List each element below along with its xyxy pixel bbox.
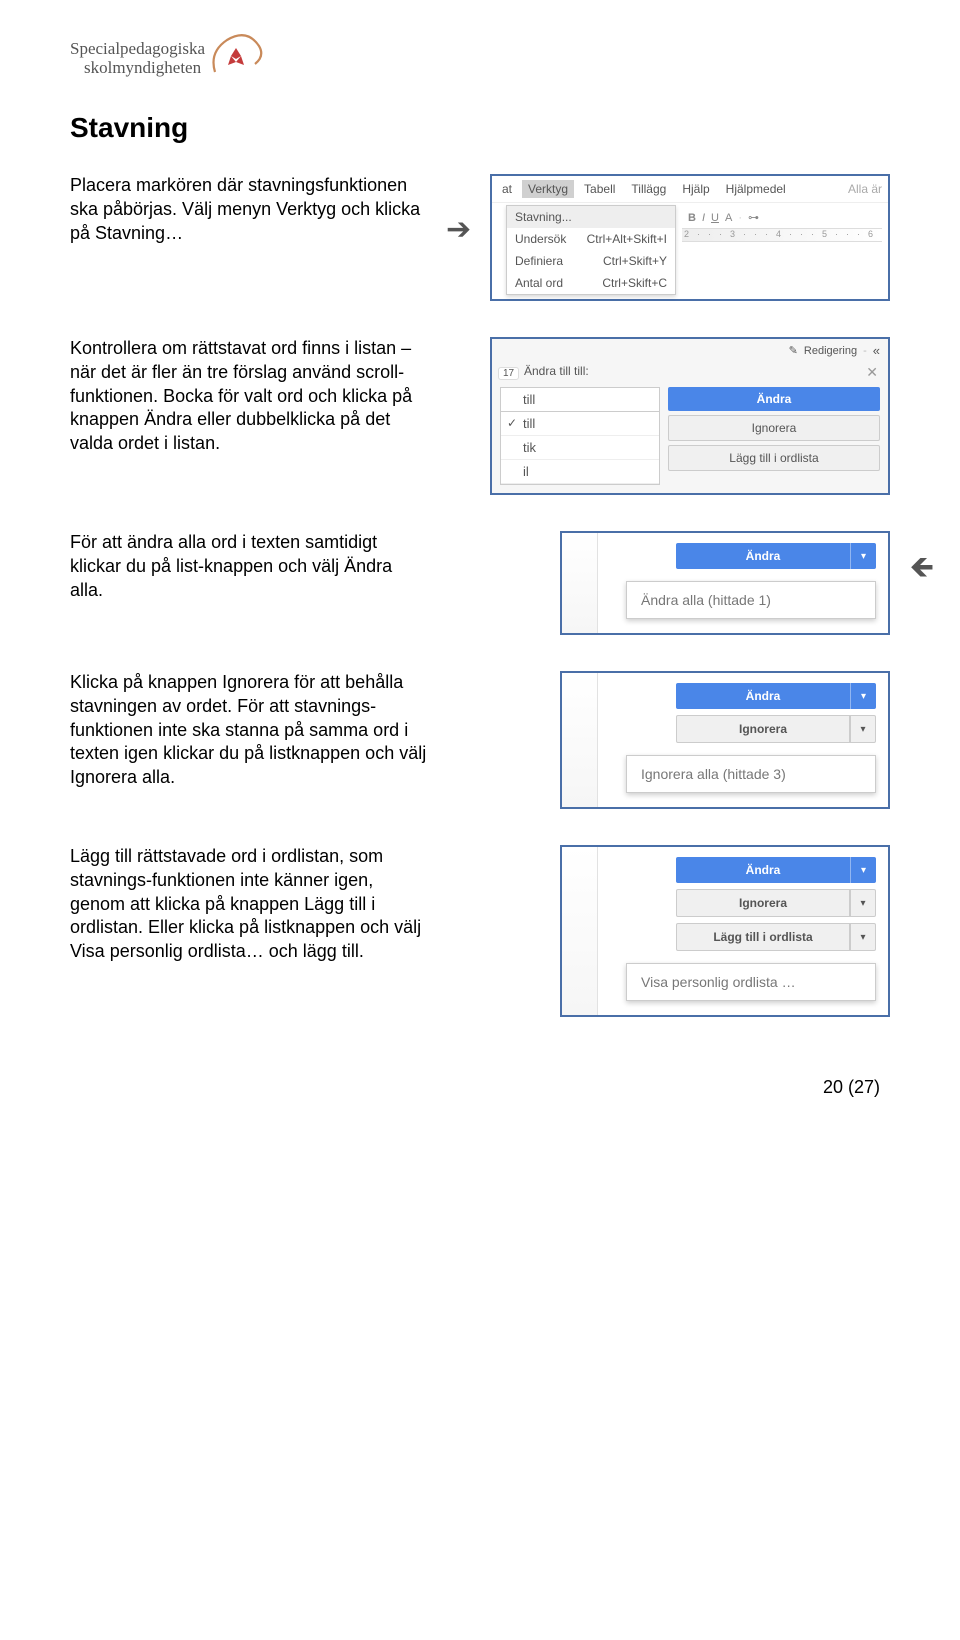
menu-at[interactable]: at xyxy=(496,180,518,198)
textcolor-icon[interactable]: A xyxy=(725,212,732,224)
ignorera-split-button[interactable]: Ignorera ▾ xyxy=(676,715,876,743)
logo-line2: skolmyndigheten xyxy=(84,59,205,78)
menu-overflow: Alla är xyxy=(842,180,888,198)
close-icon[interactable]: ✕ xyxy=(866,364,878,381)
menubar: at Verktyg Tabell Tillägg Hjälp Hjälpmed… xyxy=(492,176,888,203)
menu-item-stavning[interactable]: Stavning... xyxy=(507,206,675,228)
dialog-header: Ändra till till: xyxy=(524,364,589,381)
caret-down-icon[interactable]: ▾ xyxy=(850,923,876,951)
caret-down-icon[interactable]: ▾ xyxy=(850,889,876,917)
logo-swirl-icon xyxy=(207,32,267,82)
fig-spell-dialog: ✎ Redigering - « 17 Ändra till till: ✕ t… xyxy=(490,337,890,495)
italic-icon[interactable]: I xyxy=(702,212,705,224)
paragraph-5: Lägg till rättstavade ord i ordlistan, s… xyxy=(70,845,430,964)
menu-item-antalord[interactable]: Antal ordCtrl+Skift+C xyxy=(507,272,675,294)
suggestion-item[interactable]: il xyxy=(501,460,659,484)
logo-line1: Specialpedagogiska xyxy=(70,40,205,59)
andra-alla-option[interactable]: Ändra alla (hittade 1) xyxy=(626,581,876,619)
caret-down-icon[interactable]: ▾ xyxy=(850,857,876,883)
visa-ordlista-option[interactable]: Visa personlig ordlista … xyxy=(626,963,876,1001)
bold-icon[interactable]: B xyxy=(688,212,696,224)
paragraph-4: Klicka på knappen Ignorera för att behål… xyxy=(70,671,430,790)
link-icon[interactable]: ⊶ xyxy=(748,211,759,224)
chevron-up-icon[interactable]: « xyxy=(873,343,880,358)
ruler: 2···3···4···5···6 xyxy=(682,228,882,242)
ignorera-alla-option[interactable]: Ignorera alla (hittade 3) xyxy=(626,755,876,793)
andra-button[interactable]: Ändra xyxy=(668,387,880,411)
fig-ignorera-alla: Ändra ▾ Ignorera ▾ Ignorera alla (hittad… xyxy=(560,671,890,809)
paragraph-2: Kontrollera om rättstavat ord finns i li… xyxy=(70,337,430,456)
toolbar-preview: B I U A · ⊶ 2···3···4···5···6 xyxy=(676,203,888,299)
suggestion-item[interactable]: till xyxy=(501,412,659,436)
paragraph-1: Placera markören där stavningsfunktionen… xyxy=(70,174,430,245)
menu-hjalpmedel[interactable]: Hjälpmedel xyxy=(720,180,792,198)
page-title: Stavning xyxy=(70,112,890,144)
tab-number: 17 xyxy=(498,367,519,380)
caret-down-icon[interactable]: ▾ xyxy=(850,715,876,743)
caret-down-icon[interactable]: ▾ xyxy=(850,683,876,709)
menu-verktyg[interactable]: Verktyg xyxy=(522,180,574,198)
logo: Specialpedagogiska skolmyndigheten xyxy=(70,40,890,82)
ignorera-button[interactable]: Ignorera xyxy=(668,415,880,441)
fig-verktyg-menu: ➔ at Verktyg Tabell Tillägg Hjälp Hjälpm… xyxy=(490,174,890,301)
underline-icon[interactable]: U xyxy=(711,212,719,224)
suggestion-list: till till tik il xyxy=(500,387,660,485)
ignorera-split-button[interactable]: Ignorera ▾ xyxy=(676,889,876,917)
redigering-label: Redigering xyxy=(804,345,857,357)
caret-down-icon[interactable]: ▾ xyxy=(850,543,876,569)
fig-andra-alla: 🡸 Ändra ▾ Ändra alla (hittade 1) xyxy=(560,531,890,635)
paragraph-3: För att ändra alla ord i texten samtidig… xyxy=(70,531,430,602)
menu-tabell[interactable]: Tabell xyxy=(578,180,621,198)
arrow-right-icon: ➔ xyxy=(446,212,471,247)
menu-item-undersok[interactable]: UndersökCtrl+Alt+Skift+I xyxy=(507,228,675,250)
andra-split-button[interactable]: Ändra ▾ xyxy=(676,683,876,709)
arrow-left-icon: 🡸 xyxy=(910,545,934,596)
menu-tillagg[interactable]: Tillägg xyxy=(625,180,672,198)
suggestion-item[interactable]: tik xyxy=(501,436,659,460)
laggtill-button[interactable]: Lägg till i ordlista xyxy=(668,445,880,471)
menu-hjalp[interactable]: Hjälp xyxy=(676,180,715,198)
dropdown-menu: Stavning... UndersökCtrl+Alt+Skift+I Def… xyxy=(506,205,676,295)
page-number: 20 (27) xyxy=(70,1077,890,1098)
andra-split-button[interactable]: Ändra ▾ xyxy=(676,857,876,883)
andra-split-button[interactable]: Ändra ▾ xyxy=(676,543,876,569)
fig-lagg-till: Ändra ▾ Ignorera ▾ Lägg till i ordlista … xyxy=(560,845,890,1017)
pencil-icon: ✎ xyxy=(789,344,798,357)
logo-text: Specialpedagogiska skolmyndigheten xyxy=(70,40,205,77)
menu-item-definiera[interactable]: DefinieraCtrl+Skift+Y xyxy=(507,250,675,272)
laggtill-split-button[interactable]: Lägg till i ordlista ▾ xyxy=(676,923,876,951)
suggestion-input[interactable]: till xyxy=(501,388,659,412)
